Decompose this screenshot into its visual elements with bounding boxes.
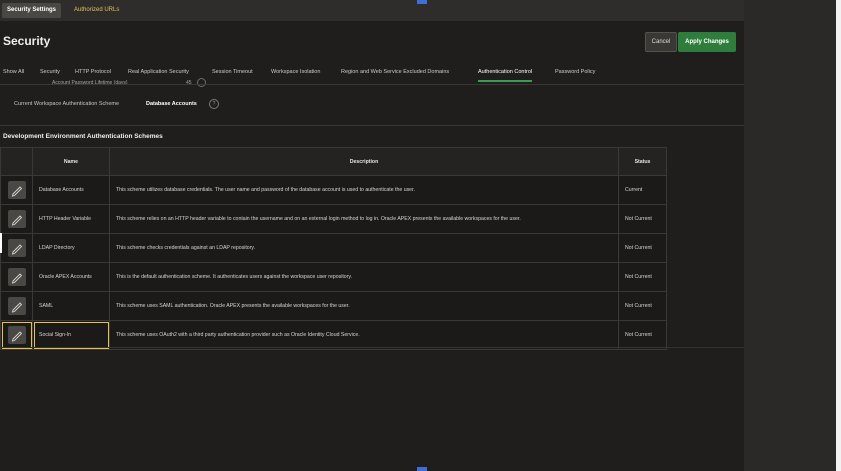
current-scheme-label: Current Workspace Authentication Scheme [14, 101, 120, 107]
table-bottom-divider [0, 347, 744, 348]
scheme-description: This scheme relies on an HTTP header var… [109, 204, 619, 234]
table-row: HTTP Header Variable This scheme relies … [0, 204, 667, 234]
edit-cell [0, 175, 33, 205]
help-icon[interactable]: ? [209, 99, 219, 109]
status-column-header: Status [618, 147, 667, 176]
scheme-status: Not Current [618, 204, 667, 234]
scheme-name: Social Sign-In [32, 320, 110, 350]
row-focus-marker [0, 233, 2, 253]
top-tab-bar: Security Settings Authorized URLs [0, 0, 744, 21]
table-row: Oracle APEX Accounts This is the default… [0, 262, 667, 292]
scheme-name: HTTP Header Variable [32, 204, 110, 234]
section-title: Development Environment Authentication S… [3, 133, 163, 140]
scheme-name: SAML [32, 291, 110, 321]
scheme-status: Current [618, 175, 667, 205]
scheme-status: Not Current [618, 233, 667, 263]
pencil-icon[interactable] [7, 297, 26, 315]
scheme-name: Oracle APEX Accounts [32, 262, 110, 292]
scheme-status: Not Current [618, 320, 667, 350]
scheme-description: This scheme utilizes database credential… [109, 175, 619, 205]
resize-handle-bottom[interactable] [417, 467, 427, 471]
app-window: Security Settings Authorized URLs Securi… [0, 0, 744, 471]
section-divider [0, 125, 744, 126]
page-title: Security [3, 34, 51, 48]
resize-handle-top[interactable] [417, 0, 427, 4]
pencil-icon[interactable] [7, 181, 26, 199]
nav-authentication-control[interactable]: Authentication Control [478, 64, 533, 82]
pencil-icon[interactable] [7, 210, 26, 228]
scheme-name: LDAP Directory [32, 233, 110, 263]
pencil-icon[interactable] [7, 326, 26, 344]
nav-divider [0, 84, 744, 85]
edit-cell [0, 233, 33, 263]
description-column-header: Description [109, 147, 619, 176]
password-lifetime-label: Account Password Lifetime (days) [52, 80, 128, 86]
table-header-row: Name Description Status [0, 147, 667, 176]
tab-security-settings[interactable]: Security Settings [2, 3, 62, 18]
edit-cell [0, 320, 33, 350]
edit-column-header [0, 147, 33, 176]
table-row: SAML This scheme uses SAML authenticatio… [0, 291, 667, 321]
edit-cell [0, 204, 33, 234]
scheme-status: Not Current [618, 291, 667, 321]
nav-show-all[interactable]: Show All [3, 64, 24, 84]
table-row: Social Sign-In This scheme uses OAuth2 w… [0, 320, 667, 350]
scheme-status: Not Current [618, 262, 667, 292]
nav-workspace-isolation[interactable]: Workspace Isolation [271, 64, 320, 84]
nav-excluded-domains[interactable]: Region and Web Service Excluded Domains [341, 64, 449, 84]
nav-session-timeout[interactable]: Session Timeout [212, 64, 253, 84]
name-column-header: Name [32, 147, 110, 176]
scheme-description: This is the default authentication schem… [109, 262, 619, 292]
edit-cell [0, 291, 33, 321]
table-row: LDAP Directory This scheme checks creden… [0, 233, 667, 263]
cancel-button[interactable]: Cancel [645, 32, 677, 52]
scheme-name: Database Accounts [32, 175, 110, 205]
table-row: Database Accounts This scheme utilizes d… [0, 175, 667, 205]
edit-cell [0, 262, 33, 292]
pencil-icon[interactable] [7, 268, 26, 286]
current-scheme-value: Database Accounts [146, 101, 197, 107]
nav-password-policy[interactable]: Password Policy [555, 64, 595, 84]
right-side-panel [744, 0, 841, 471]
scheme-description: This scheme uses SAML authentication. Or… [109, 291, 619, 321]
right-edge-strip [836, 0, 841, 471]
tab-authorized-urls[interactable]: Authorized URLs [74, 3, 119, 18]
auth-schemes-table: Name Description Status Database Account… [0, 147, 667, 350]
scheme-description: This scheme uses OAuth2 with a third par… [109, 320, 619, 350]
help-icon[interactable] [197, 78, 206, 87]
nav-real-application-security[interactable]: Real Application Security [128, 64, 189, 84]
password-lifetime-value[interactable]: 45 [186, 80, 192, 86]
scheme-description: This scheme checks credentials against a… [109, 233, 619, 263]
pencil-icon[interactable] [7, 239, 26, 257]
apply-changes-button[interactable]: Apply Changes [678, 32, 736, 52]
